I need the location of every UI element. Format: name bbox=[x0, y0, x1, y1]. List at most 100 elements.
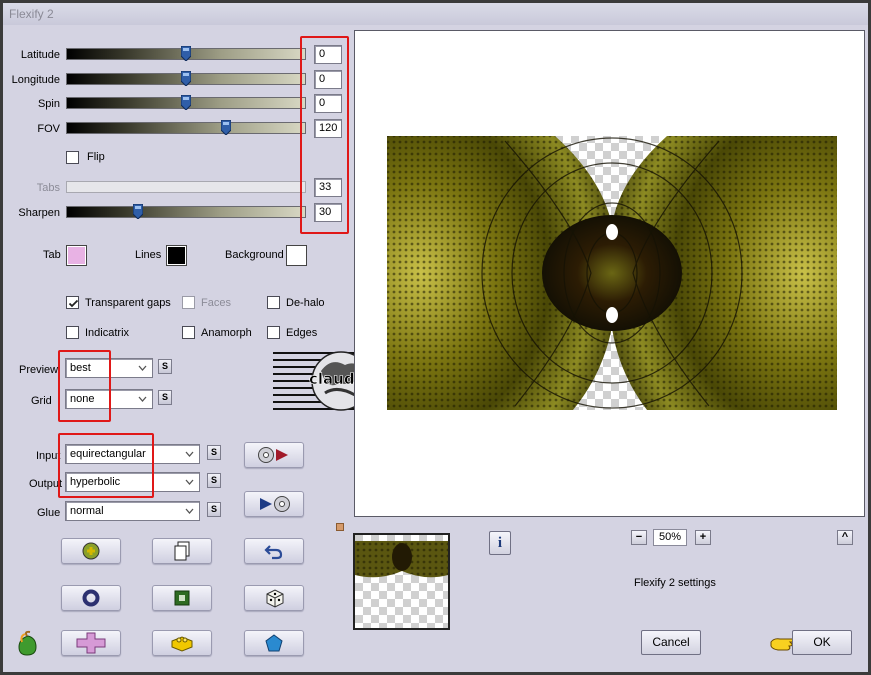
info-button[interactable]: i bbox=[489, 531, 511, 555]
undo-arrow-icon bbox=[264, 545, 283, 560]
slider-latitude[interactable] bbox=[66, 46, 306, 61]
flip-checkbox[interactable] bbox=[66, 151, 79, 164]
slider-label-sharpen: Sharpen bbox=[18, 207, 60, 219]
preview-label: Preview bbox=[19, 364, 59, 376]
slider-thumb-icon bbox=[221, 120, 232, 135]
preview-canvas[interactable] bbox=[354, 30, 865, 517]
pentagon-icon bbox=[265, 634, 283, 652]
zoom-level: 50% bbox=[653, 529, 687, 546]
glue-select-value: normal bbox=[70, 505, 104, 517]
ring-button[interactable] bbox=[61, 585, 121, 611]
slider-label-fov: FOV bbox=[37, 123, 60, 135]
chevron-down-icon bbox=[185, 479, 194, 485]
undo-button[interactable] bbox=[244, 538, 304, 564]
preview-s-button[interactable]: S bbox=[158, 359, 172, 374]
lines-color-swatch[interactable] bbox=[166, 245, 187, 266]
glue-select[interactable]: normal bbox=[65, 501, 200, 521]
checkmark-icon bbox=[68, 299, 79, 308]
slider-thumb-icon bbox=[181, 71, 191, 86]
dice-icon bbox=[266, 589, 284, 608]
square-button[interactable] bbox=[152, 585, 212, 611]
highlight-box-input-output bbox=[58, 433, 154, 498]
output-to-input-button[interactable] bbox=[244, 491, 304, 517]
slider-tabs bbox=[66, 181, 306, 193]
input-label: Input bbox=[36, 450, 61, 462]
zoom-out-button[interactable]: − bbox=[631, 530, 647, 545]
dice-button[interactable] bbox=[244, 585, 304, 611]
edges-checkbox[interactable] bbox=[267, 326, 280, 339]
chevron-down-icon bbox=[138, 396, 147, 402]
zoom-in-button[interactable]: + bbox=[695, 530, 711, 545]
input-to-output-button[interactable] bbox=[244, 442, 304, 468]
flip-label: Flip bbox=[87, 151, 105, 163]
background-color-swatch[interactable] bbox=[286, 245, 307, 266]
highlight-box-preview-grid bbox=[58, 350, 111, 422]
indicatrix-label: Indicatrix bbox=[85, 327, 130, 339]
settings-name: Flexify 2 settings bbox=[634, 577, 716, 589]
chevron-down-icon bbox=[138, 365, 147, 371]
yellow-brick-icon bbox=[171, 636, 193, 652]
thumbnail-image bbox=[355, 535, 448, 628]
tab-color-swatch[interactable] bbox=[66, 245, 87, 266]
slider-thumb-icon bbox=[181, 46, 191, 61]
anamorph-label: Anamorph bbox=[201, 327, 252, 339]
cancel-button[interactable]: Cancel bbox=[641, 630, 701, 655]
anamorph-checkbox[interactable] bbox=[182, 326, 195, 339]
slider-fov[interactable] bbox=[66, 120, 306, 135]
grid-s-button[interactable]: S bbox=[158, 390, 172, 405]
brick-button[interactable] bbox=[152, 630, 212, 656]
pear-logo-icon bbox=[18, 630, 37, 656]
highlight-box-values bbox=[300, 36, 349, 234]
chevron-down-icon bbox=[185, 451, 194, 457]
slider-label-longitude: Longitude bbox=[11, 74, 60, 86]
page-copy-icon bbox=[174, 541, 190, 561]
slider-thumb-icon bbox=[133, 204, 144, 219]
navigator-thumbnail[interactable] bbox=[353, 533, 450, 630]
ring-icon bbox=[82, 589, 100, 607]
slider-label-latitude: Latitude bbox=[20, 49, 60, 61]
glue-s-button[interactable]: S bbox=[207, 502, 221, 517]
de-halo-checkbox[interactable] bbox=[267, 296, 280, 309]
puzzle-ball-icon bbox=[82, 542, 100, 560]
slider-thumb-icon bbox=[181, 95, 191, 110]
input-s-button[interactable]: S bbox=[207, 445, 221, 460]
navigator-handle[interactable] bbox=[336, 523, 344, 531]
indicatrix-checkbox[interactable] bbox=[66, 326, 79, 339]
slider-thumb[interactable] bbox=[133, 204, 144, 219]
output-s-button[interactable]: S bbox=[207, 473, 221, 488]
lines-color-label: Lines bbox=[135, 249, 162, 261]
slider-thumb[interactable] bbox=[181, 95, 191, 110]
slider-thumb[interactable] bbox=[221, 120, 232, 135]
grid-label: Grid bbox=[31, 395, 52, 407]
chevron-down-icon bbox=[185, 508, 194, 514]
title-bar: Flexify 2 bbox=[3, 3, 868, 25]
randomize-button[interactable] bbox=[61, 538, 121, 564]
preview-image bbox=[387, 136, 837, 410]
pentagon-button[interactable] bbox=[244, 630, 304, 656]
tab-color-label: Tab bbox=[43, 249, 61, 261]
faces-checkbox bbox=[182, 296, 195, 309]
collapse-button[interactable]: ^ bbox=[837, 530, 853, 545]
slider-thumb[interactable] bbox=[181, 46, 191, 61]
green-square-icon bbox=[174, 590, 190, 606]
play-disc-icon bbox=[260, 496, 290, 512]
transparent-gaps-checkbox[interactable] bbox=[66, 296, 79, 309]
disc-play-icon bbox=[258, 447, 288, 463]
cross-button[interactable] bbox=[61, 630, 121, 656]
slider-label-spin: Spin bbox=[37, 98, 60, 110]
slider-sharpen[interactable] bbox=[66, 204, 306, 219]
slider-label-tabs: Tabs bbox=[36, 182, 60, 194]
copy-button[interactable] bbox=[152, 538, 212, 564]
de-halo-label: De-halo bbox=[286, 297, 325, 309]
slider-spin[interactable] bbox=[66, 95, 306, 110]
glue-label: Glue bbox=[37, 507, 61, 519]
slider-thumb[interactable] bbox=[181, 71, 191, 86]
ok-button[interactable]: OK bbox=[792, 630, 852, 655]
slider-longitude[interactable] bbox=[66, 71, 306, 86]
faces-label: Faces bbox=[201, 297, 231, 309]
transparent-gaps-label: Transparent gaps bbox=[85, 297, 171, 309]
edges-label: Edges bbox=[286, 327, 318, 339]
background-color-label: Background bbox=[225, 249, 284, 261]
flaming-pear-logo bbox=[14, 630, 42, 661]
pink-cross-icon bbox=[76, 632, 106, 654]
